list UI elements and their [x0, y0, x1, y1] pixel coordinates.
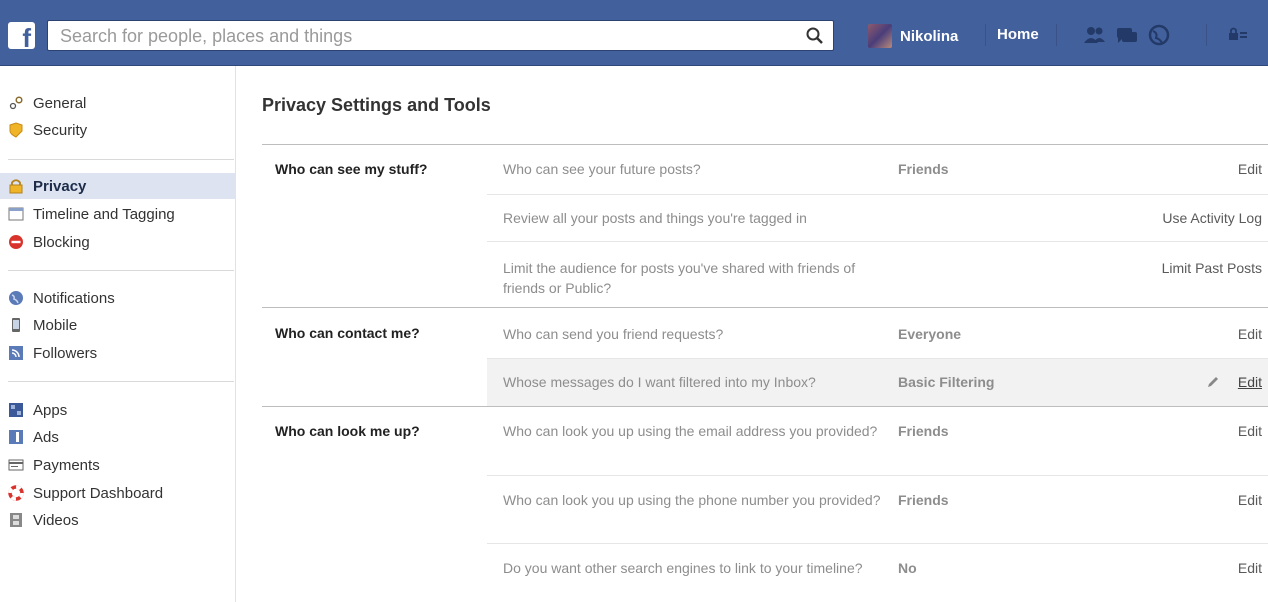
- sidebar-item-general[interactable]: General: [0, 90, 236, 116]
- account-settings-icon[interactable]: [1228, 26, 1248, 44]
- sidebar-item-apps[interactable]: Apps: [0, 397, 236, 423]
- sidebar-item-label: Privacy: [33, 177, 87, 195]
- mobile-phone-icon: [12, 318, 20, 332]
- edit-link[interactable]: Edit: [1238, 161, 1262, 177]
- payments-icon: [8, 459, 24, 471]
- messages-icon[interactable]: [1115, 24, 1139, 46]
- search-box[interactable]: Search for people, places and things: [47, 20, 834, 51]
- user-name[interactable]: Nikolina: [900, 28, 958, 45]
- sidebar-item-mobile[interactable]: Mobile: [0, 312, 236, 338]
- sidebar-item-label: Notifications: [33, 289, 115, 307]
- sidebar-item-ads[interactable]: Ads: [0, 424, 236, 450]
- setting-question: Whose messages do I want filtered into m…: [503, 374, 816, 390]
- search-input[interactable]: Search for people, places and things: [60, 26, 352, 47]
- pencil-icon[interactable]: [1206, 375, 1220, 389]
- film-icon: [10, 513, 22, 527]
- sidebar-item-notifications[interactable]: Notifications: [0, 285, 236, 311]
- divider: [8, 381, 234, 382]
- sidebar-item-label: General: [33, 94, 87, 112]
- gears-icon: [9, 96, 23, 110]
- edit-link[interactable]: Edit: [1238, 326, 1262, 342]
- avatar[interactable]: [868, 24, 892, 48]
- setting-value: Friends: [898, 492, 949, 508]
- setting-question: Who can see your future posts?: [503, 161, 701, 177]
- setting-question: Who can look you up using the phone numb…: [503, 492, 881, 508]
- section-label: Who can look me up?: [275, 423, 420, 439]
- sidebar-item-label: Security: [33, 121, 88, 139]
- facebook-logo-icon[interactable]: f: [8, 22, 35, 51]
- section-divider: [262, 406, 1268, 407]
- sidebar-item-label: Mobile: [33, 316, 78, 334]
- sidebar-item-blocking[interactable]: Blocking: [0, 229, 236, 255]
- setting-value: No: [898, 560, 917, 576]
- setting-value: Everyone: [898, 326, 962, 342]
- sidebar-item-label: Timeline and Tagging: [33, 205, 175, 223]
- edit-link[interactable]: Edit: [1238, 374, 1262, 390]
- divider: [1056, 24, 1057, 46]
- setting-question: Review all your posts and things you're …: [503, 210, 807, 226]
- globe-icon: [9, 291, 23, 305]
- divider: [985, 24, 986, 46]
- apps-icon: [9, 403, 23, 417]
- sidebar-item-security[interactable]: Security: [0, 117, 236, 143]
- privacy-settings-panel: Privacy Settings and Tools Who can see m…: [262, 66, 1268, 602]
- row-divider: [487, 475, 1268, 476]
- row-divider: [487, 194, 1268, 195]
- sidebar-item-followers[interactable]: Followers: [0, 340, 236, 366]
- sidebar-item-videos[interactable]: Videos: [0, 507, 236, 533]
- row-divider: [487, 241, 1268, 242]
- timeline-icon: [8, 207, 24, 221]
- top-bar: f Search for people, places and things N…: [0, 0, 1268, 66]
- divider: [8, 159, 234, 160]
- edit-link[interactable]: Edit: [1238, 560, 1262, 576]
- sidebar-item-label: Apps: [33, 401, 68, 419]
- sidebar-item-timeline-and-tagging[interactable]: Timeline and Tagging: [0, 201, 236, 227]
- section-label: Who can contact me?: [275, 325, 420, 341]
- sidebar-item-label: Followers: [33, 344, 98, 362]
- sidebar-item-payments[interactable]: Payments: [0, 452, 236, 478]
- lifebuoy-icon: [8, 485, 24, 501]
- sidebar-item-privacy[interactable]: Privacy: [0, 173, 236, 199]
- sidebar-item-label: Videos: [33, 511, 79, 529]
- use-activity-log-link[interactable]: Use Activity Log: [1162, 210, 1262, 226]
- setting-question: Limit the audience for posts you've shar…: [503, 260, 856, 296]
- setting-value: Friends: [898, 161, 949, 177]
- home-link[interactable]: Home: [997, 26, 1039, 43]
- sidebar-item-support-dashboard[interactable]: Support Dashboard: [0, 480, 236, 506]
- search-icon[interactable]: [805, 26, 825, 46]
- padlock-icon: [9, 179, 23, 194]
- setting-question: Who can look you up using the email addr…: [503, 423, 878, 439]
- divider: [1206, 24, 1207, 46]
- limit-past-posts-link[interactable]: Limit Past Posts: [1162, 260, 1262, 276]
- page-title: Privacy Settings and Tools: [262, 95, 491, 115]
- sidebar-item-label: Payments: [33, 456, 100, 474]
- setting-value: Friends: [898, 423, 949, 439]
- friend-requests-icon[interactable]: [1083, 24, 1107, 46]
- section-divider: [262, 144, 1268, 145]
- row-divider: [487, 358, 1268, 359]
- section-divider: [262, 307, 1268, 308]
- setting-question: Who can send you friend requests?: [503, 326, 724, 342]
- profile-link[interactable]: Nikolina: [868, 22, 958, 50]
- rss-icon: [9, 346, 23, 360]
- shield-badge-icon: [9, 122, 23, 138]
- sidebar-item-label: Ads: [33, 428, 59, 446]
- sidebar-item-label: Support Dashboard: [33, 484, 164, 502]
- blocking-icon: [9, 235, 23, 249]
- notifications-globe-icon[interactable]: [1147, 24, 1171, 46]
- row-divider: [487, 543, 1268, 544]
- edit-link[interactable]: Edit: [1238, 492, 1262, 508]
- settings-sidebar: General Security Privacy Timeline and Ta…: [0, 66, 236, 602]
- divider: [8, 270, 234, 271]
- sidebar-item-label: Blocking: [33, 233, 90, 251]
- ads-icon: [9, 430, 23, 444]
- setting-value: Basic Filtering: [898, 374, 995, 390]
- edit-link[interactable]: Edit: [1238, 423, 1262, 439]
- section-label: Who can see my stuff?: [275, 161, 428, 177]
- setting-question: Do you want other search engines to link…: [503, 560, 863, 576]
